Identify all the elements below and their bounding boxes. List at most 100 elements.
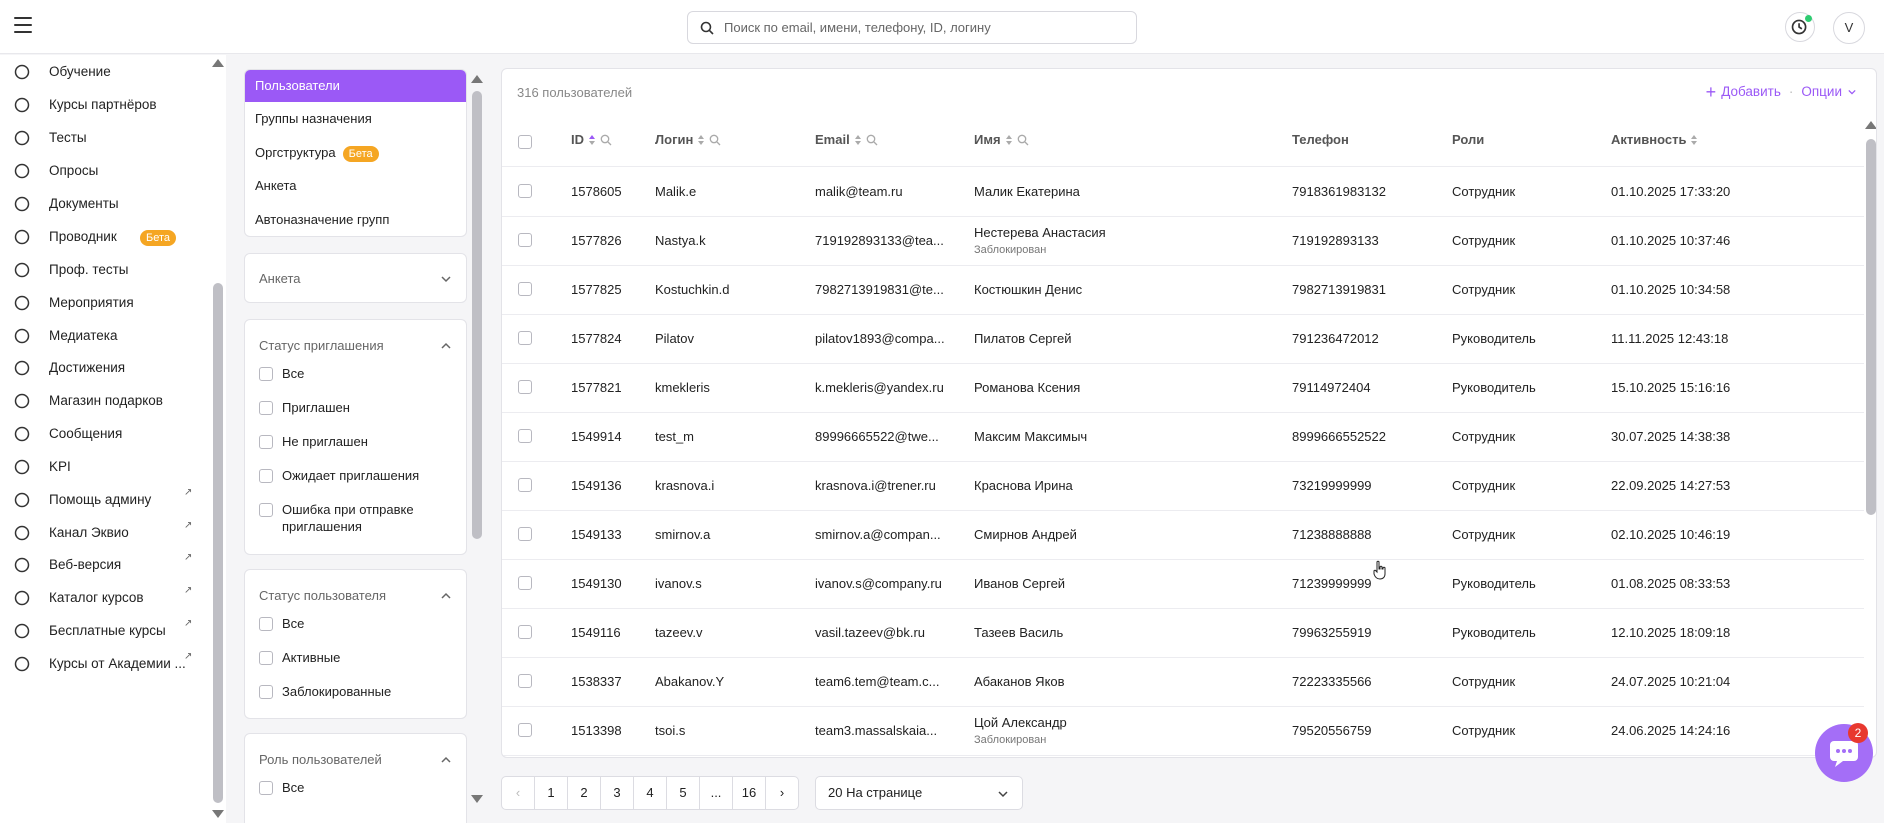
sidebar-item[interactable]: Канал Эквио ↗ bbox=[0, 518, 200, 548]
row-checkbox[interactable] bbox=[518, 380, 532, 394]
table-row[interactable]: 1538337 Abakanov.Y team6.tem@team.c... Абак… bbox=[502, 658, 1864, 707]
table-scrollbar[interactable] bbox=[1866, 139, 1876, 515]
plus-icon[interactable]: + bbox=[1706, 83, 1717, 101]
scroll-down-arrow[interactable] bbox=[212, 810, 224, 818]
next-page-button[interactable]: › bbox=[765, 776, 799, 810]
scroll-down-arrow[interactable] bbox=[471, 795, 483, 803]
filter-nav-item[interactable]: Пользователи bbox=[245, 70, 466, 102]
page-button[interactable]: 5 bbox=[666, 776, 700, 810]
checkbox[interactable] bbox=[259, 685, 273, 699]
table-row[interactable]: 1549133 smirnov.a smirnov.a@compan... Смирн… bbox=[502, 511, 1864, 560]
sidebar-item[interactable]: Обучение bbox=[0, 57, 200, 87]
table-row[interactable]: 1549116 tazeev.v vasil.tazeev@bk.ru Тазеев … bbox=[502, 609, 1864, 658]
filter-nav-item[interactable]: Анкета bbox=[245, 170, 466, 202]
table-row[interactable]: 1578605 Malik.e malik@team.ru Малик Екатери… bbox=[502, 168, 1864, 217]
chevron-down-icon[interactable] bbox=[1848, 88, 1856, 96]
column-header[interactable]: Телефон bbox=[1292, 132, 1349, 147]
page-button[interactable]: 3 bbox=[600, 776, 634, 810]
row-checkbox[interactable] bbox=[518, 723, 532, 737]
scroll-up-arrow[interactable] bbox=[212, 59, 224, 67]
search-input[interactable] bbox=[724, 12, 1124, 43]
column-header[interactable]: Логин bbox=[655, 132, 721, 147]
table-row[interactable]: 1549130 ivanov.s ivanov.s@company.ru Иванов… bbox=[502, 560, 1864, 609]
table-row[interactable]: 1513398 tsoi.s team3.massalskaia... Цой Але… bbox=[502, 707, 1864, 756]
sidebar-item[interactable]: Проводник Бета bbox=[0, 222, 200, 252]
column-header[interactable]: Email bbox=[815, 132, 878, 147]
prev-page-button[interactable]: ‹ bbox=[501, 776, 535, 810]
sidebar-item[interactable]: KPI bbox=[0, 452, 200, 482]
row-checkbox[interactable] bbox=[518, 625, 532, 639]
row-checkbox[interactable] bbox=[518, 282, 532, 296]
sidebar-item[interactable]: Веб-версия ↗ bbox=[0, 550, 200, 580]
options-button[interactable]: Опции bbox=[1801, 84, 1842, 99]
page-button[interactable]: 2 bbox=[567, 776, 601, 810]
per-page-select[interactable]: 20 На странице bbox=[815, 776, 1023, 810]
page-button[interactable]: 16 bbox=[732, 776, 766, 810]
select-all-checkbox[interactable] bbox=[518, 135, 532, 149]
sidebar-scrollbar[interactable] bbox=[213, 283, 223, 803]
checkbox[interactable] bbox=[259, 401, 273, 415]
menu-icon[interactable] bbox=[14, 17, 32, 37]
row-checkbox[interactable] bbox=[518, 331, 532, 345]
sidebar-item[interactable]: Опросы bbox=[0, 156, 200, 186]
table-row[interactable]: 1577821 kmekleris k.mekleris@yandex.ru Рома… bbox=[502, 364, 1864, 413]
sidebar-item[interactable]: Сообщения bbox=[0, 419, 200, 449]
column-search-icon[interactable] bbox=[600, 134, 612, 146]
chevron-up-icon[interactable] bbox=[441, 341, 451, 351]
row-checkbox[interactable] bbox=[518, 674, 532, 688]
row-checkbox[interactable] bbox=[518, 429, 532, 443]
sidebar-item[interactable]: Помощь админу ↗ bbox=[0, 485, 200, 515]
chevron-up-icon[interactable] bbox=[441, 591, 451, 601]
checkbox[interactable] bbox=[259, 781, 273, 795]
activity-button[interactable] bbox=[1785, 12, 1815, 42]
sort-icon[interactable] bbox=[697, 134, 705, 146]
row-checkbox[interactable] bbox=[518, 184, 532, 198]
sort-icon[interactable] bbox=[854, 134, 862, 146]
row-checkbox[interactable] bbox=[518, 527, 532, 541]
checkbox[interactable] bbox=[259, 651, 273, 665]
sidebar-item[interactable]: Мероприятия bbox=[0, 288, 200, 318]
add-user-button[interactable]: Добавить bbox=[1721, 84, 1781, 99]
avatar[interactable]: V bbox=[1833, 12, 1865, 44]
row-checkbox[interactable] bbox=[518, 233, 532, 247]
checkbox[interactable] bbox=[259, 617, 273, 631]
column-header[interactable]: Активность bbox=[1611, 132, 1698, 147]
page-button[interactable]: 4 bbox=[633, 776, 667, 810]
page-button[interactable]: ... bbox=[699, 776, 733, 810]
sidebar-item[interactable]: Курсы партнёров bbox=[0, 90, 200, 120]
sort-icon[interactable] bbox=[1690, 134, 1698, 146]
sidebar-item[interactable]: Магазин подарков bbox=[0, 386, 200, 416]
sort-icon[interactable] bbox=[1005, 134, 1013, 146]
search-box[interactable] bbox=[687, 11, 1137, 44]
filter-nav-item[interactable]: Группы назначения bbox=[245, 103, 466, 135]
scroll-up-arrow[interactable] bbox=[1865, 121, 1876, 129]
sidebar-item[interactable]: Медиатека bbox=[0, 321, 200, 351]
sidebar-item[interactable]: Проф. тесты bbox=[0, 255, 200, 285]
sort-icon[interactable] bbox=[588, 134, 596, 146]
column-search-icon[interactable] bbox=[1017, 134, 1029, 146]
table-row[interactable]: 1549136 krasnova.i krasnova.i@trener.ru Кра… bbox=[502, 462, 1864, 511]
table-row[interactable]: 1577825 Kostuchkin.d 7982713919831@te... Ко… bbox=[502, 266, 1864, 315]
filters-scrollbar[interactable] bbox=[472, 91, 482, 539]
column-search-icon[interactable] bbox=[866, 134, 878, 146]
scroll-up-arrow[interactable] bbox=[471, 75, 483, 83]
sidebar-item[interactable]: Достижения bbox=[0, 353, 200, 383]
row-checkbox[interactable] bbox=[518, 478, 532, 492]
column-header[interactable]: Роли bbox=[1452, 132, 1484, 147]
sidebar-item[interactable]: Каталог курсов ↗ bbox=[0, 583, 200, 613]
sidebar-item[interactable]: Тесты bbox=[0, 123, 200, 153]
anketa-filter[interactable]: Анкета bbox=[244, 253, 467, 303]
checkbox[interactable] bbox=[259, 503, 273, 517]
sidebar-item[interactable]: Документы bbox=[0, 189, 200, 219]
filter-nav-item[interactable]: Автоназначение групп bbox=[245, 204, 466, 236]
sidebar-item[interactable]: Курсы от Академии ... ↗ bbox=[0, 649, 200, 679]
checkbox[interactable] bbox=[259, 469, 273, 483]
row-checkbox[interactable] bbox=[518, 576, 532, 590]
sidebar-item[interactable]: Бесплатные курсы ↗ bbox=[0, 616, 200, 646]
chevron-up-icon[interactable] bbox=[441, 755, 451, 765]
filter-nav-item[interactable]: Оргструктура Бета bbox=[245, 137, 466, 169]
checkbox[interactable] bbox=[259, 367, 273, 381]
table-row[interactable]: 1549914 test_m 89996665522@twe... Максим Ма… bbox=[502, 413, 1864, 462]
table-row[interactable]: 1577826 Nastya.k 719192893133@tea... Нестер… bbox=[502, 217, 1864, 266]
checkbox[interactable] bbox=[259, 435, 273, 449]
